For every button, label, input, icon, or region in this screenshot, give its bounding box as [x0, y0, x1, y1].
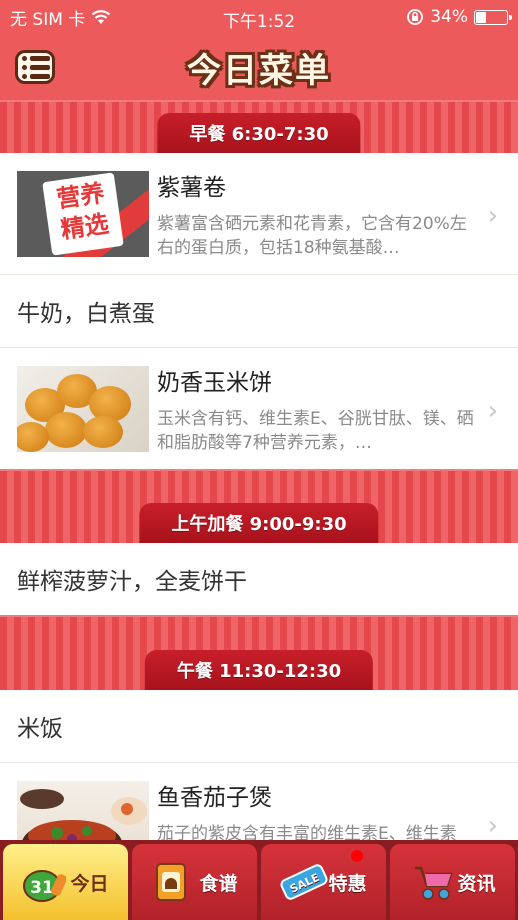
stroller-icon [409, 860, 454, 904]
dish-description: 玉米含有钙、维生素E、谷胱甘肽、镁、硒和脂肪酸等7种营养元素，… [157, 408, 474, 453]
menu-icon[interactable] [15, 50, 55, 84]
dish-description: 紫薯富含硒元素和花青素，它含有20%左右的蛋白质，包括18种氨基酸… [157, 213, 467, 258]
tab-news[interactable]: 资讯 [390, 844, 515, 920]
page-title: 今日菜单 [187, 50, 331, 91]
section-morning-snack: 鲜榨菠萝汁，全麦饼干 [0, 543, 518, 615]
menu-text-item: 鲜榨菠萝汁，全麦饼干 [17, 569, 247, 595]
dish-item[interactable]: 营养精选 紫薯卷 紫薯富含硒元素和花青素，它含有20%左右的蛋白质，包括18种氨… [0, 153, 518, 275]
section-header-breakfast: 早餐 6:30-7:30 [0, 100, 518, 153]
dish-image [17, 780, 149, 840]
battery-percent: 34% [430, 7, 468, 27]
dish-item[interactable]: 鱼香茄子煲 茄子的紫皮含有丰富的维生素E、维生素P… › [0, 763, 518, 840]
tab-label: 今日 [70, 872, 109, 895]
recipe-book-icon [151, 860, 191, 904]
dish-name: 紫薯卷 [157, 174, 226, 201]
dish-image [17, 365, 149, 452]
svg-text:31: 31 [31, 878, 55, 898]
dish-image: 营养精选 [17, 170, 149, 257]
section-header-morning-snack: 上午加餐 9:00-9:30 [0, 469, 518, 543]
section-title: 早餐 6:30-7:30 [157, 113, 361, 153]
chevron-right-icon: › [487, 811, 498, 840]
sale-tag-icon: SALE [280, 860, 329, 904]
nav-bar: 今日菜单 [0, 34, 518, 100]
calendar-31-icon: 31 [22, 860, 68, 904]
clock: 下午1:52 [222, 12, 296, 32]
tab-label: 食谱 [199, 872, 238, 895]
chevron-right-icon: › [487, 396, 498, 426]
dish-name: 奶香玉米饼 [157, 369, 272, 396]
tab-label: 特惠 [328, 872, 367, 895]
section-lunch: 米饭 鱼香茄子煲 茄子的紫皮含有丰富的维生素E、维生素P… › [0, 690, 518, 840]
dish-item[interactable]: 奶香玉米饼 玉米含有钙、维生素E、谷胱甘肽、镁、硒和脂肪酸等7种营养元素，… › [0, 348, 518, 469]
menu-text-item: 米饭 [0, 690, 518, 763]
menu-list[interactable]: 早餐 6:30-7:30 营养精选 紫薯卷 紫薯富含硒元素和花青素，它含有20%… [0, 100, 518, 840]
wifi-icon [92, 10, 111, 24]
tab-bar: 31 今日 食谱 SALE 特惠 资讯 [0, 840, 518, 920]
dish-name: 鱼香茄子煲 [157, 784, 272, 811]
section-title: 上午加餐 9:00-9:30 [139, 503, 379, 543]
tab-deals[interactable]: SALE 特惠 [261, 844, 386, 920]
promo-badge-text: 营养精选 [54, 178, 111, 244]
section-breakfast: 营养精选 紫薯卷 紫薯富含硒元素和花青素，它含有20%左右的蛋白质，包括18种氨… [0, 153, 518, 469]
tab-recipes[interactable]: 食谱 [132, 844, 257, 920]
rotation-lock-icon [407, 9, 424, 25]
carrier-label: 无 SIM 卡 [10, 9, 86, 30]
menu-text-item: 牛奶，白煮蛋 [0, 275, 518, 348]
section-title: 午餐 11:30-12:30 [144, 650, 374, 690]
tab-label: 资讯 [457, 872, 496, 895]
notification-dot [351, 850, 363, 862]
tab-today[interactable]: 31 今日 [3, 844, 128, 920]
battery-icon [474, 9, 512, 25]
dish-description: 茄子的紫皮含有丰富的维生素E、维生素P… [157, 823, 457, 841]
status-bar: 无 SIM 卡 下午1:52 34% [0, 0, 518, 34]
section-header-lunch: 午餐 11:30-12:30 [0, 615, 518, 690]
chevron-right-icon: › [487, 201, 498, 231]
